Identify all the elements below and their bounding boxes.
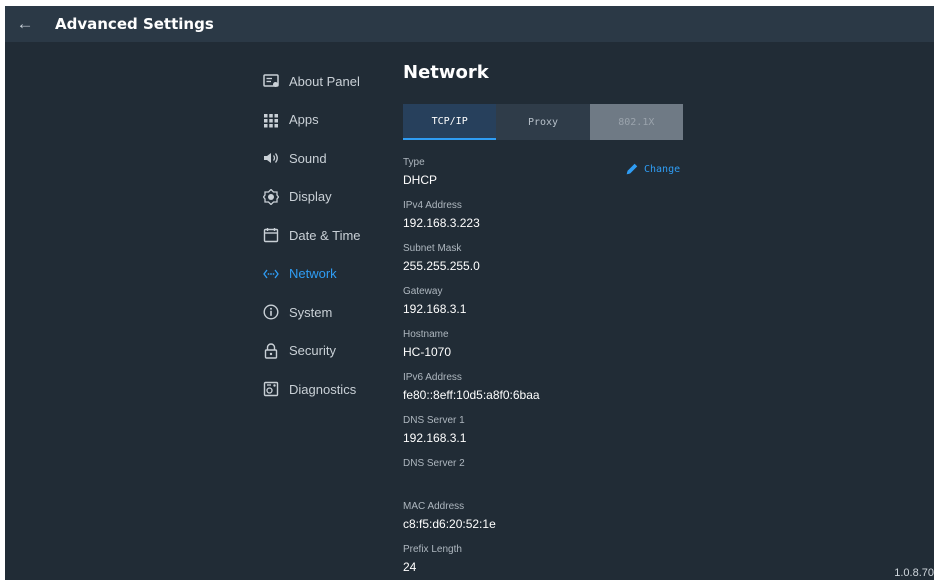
sidebar-item-apps[interactable]: Apps: [263, 101, 393, 140]
field-gateway: Gateway 192.168.3.1: [403, 285, 693, 328]
lock-icon: [263, 343, 287, 359]
change-button[interactable]: Change: [625, 162, 680, 176]
sidebar-item-system[interactable]: System: [263, 293, 393, 332]
top-app-bar: ← Advanced Settings: [5, 6, 934, 42]
field-label: Gateway: [403, 286, 443, 297]
network-icon: [263, 266, 287, 282]
tab-802-1x[interactable]: 802.1X: [589, 104, 683, 140]
pencil-icon: [626, 163, 638, 175]
field-dns-server-1: DNS Server 1 192.168.3.1: [403, 414, 693, 457]
field-value: HC-1070: [403, 345, 452, 359]
sidebar-item-display[interactable]: Display: [263, 178, 393, 217]
sidebar-item-label: Sound: [289, 150, 327, 166]
version-label: 1.0.8.70: [894, 567, 934, 579]
field-value: c8:f5:d6:20:52:1e: [403, 517, 496, 531]
sidebar-item-label: Apps: [289, 112, 319, 128]
sidebar-item-network[interactable]: Network: [263, 255, 393, 294]
about-panel-icon: [263, 73, 287, 89]
field-value: 192.168.3.1: [403, 431, 467, 445]
field-value: 192.168.3.1: [403, 302, 467, 316]
field-label: Prefix Length: [403, 544, 462, 555]
network-tabs: TCP/IP Proxy 802.1X: [403, 104, 683, 140]
sidebar-item-date-time[interactable]: Date & Time: [263, 216, 393, 255]
field-ipv4-address: IPv4 Address 192.168.3.223: [403, 199, 693, 242]
field-hostname: Hostname HC-1070: [403, 328, 693, 371]
field-label: Subnet Mask: [403, 243, 462, 254]
field-dns-server-2: DNS Server 2: [403, 457, 693, 500]
field-value: [403, 473, 693, 489]
field-value: 255.255.255.0: [403, 259, 480, 273]
field-value: 24: [403, 560, 417, 574]
field-label: IPv6 Address: [403, 372, 462, 383]
diagnostics-icon: [263, 381, 287, 397]
sidebar-item-label: Security: [289, 343, 336, 359]
sidebar-item-diagnostics[interactable]: Diagnostics: [263, 370, 393, 409]
sidebar-item-security[interactable]: Security: [263, 332, 393, 371]
sidebar-item-label: Network: [289, 266, 337, 282]
sidebar-item-label: About Panel: [289, 73, 360, 89]
sidebar-item-label: Date & Time: [289, 227, 361, 243]
calendar-icon: [263, 227, 287, 243]
field-subnet-mask: Subnet Mask 255.255.255.0: [403, 242, 693, 285]
back-button[interactable]: ←: [5, 6, 45, 42]
tab-proxy[interactable]: Proxy: [496, 104, 590, 140]
page-title: Advanced Settings: [55, 15, 214, 33]
sidebar-item-about-panel[interactable]: About Panel: [263, 62, 393, 101]
field-prefix-length: Prefix Length 24: [403, 543, 693, 580]
field-ipv6-address: IPv6 Address fe80::8eff:10d5:a8f0:6baa: [403, 371, 693, 414]
sidebar-item-label: System: [289, 304, 333, 320]
settings-sidebar: About Panel Apps Sound Display Date & Ti…: [263, 62, 393, 409]
section-title: Network: [403, 62, 489, 83]
field-label: MAC Address: [403, 501, 465, 512]
network-settings-panel: Network TCP/IP Proxy 802.1X Change Type …: [403, 62, 693, 580]
field-label: Hostname: [403, 329, 449, 340]
change-label: Change: [644, 163, 681, 175]
arrow-left-icon: ←: [16, 14, 34, 33]
speaker-icon: [263, 150, 287, 166]
network-fields: Type DHCP IPv4 Address 192.168.3.223 Sub…: [403, 156, 693, 580]
sidebar-item-sound[interactable]: Sound: [263, 139, 393, 178]
sidebar-item-label: Display: [289, 189, 332, 205]
sidebar-item-label: Diagnostics: [289, 381, 357, 397]
tab-tcp-ip[interactable]: TCP/IP: [403, 104, 497, 140]
field-label: DNS Server 1: [403, 415, 465, 426]
field-value: fe80::8eff:10d5:a8f0:6baa: [403, 388, 540, 402]
apps-grid-icon: [263, 112, 287, 128]
field-label: IPv4 Address: [403, 200, 462, 211]
field-mac-address: MAC Address c8:f5:d6:20:52:1e: [403, 500, 693, 543]
brightness-icon: [263, 188, 287, 205]
settings-screen: ← Advanced Settings About Panel Apps Sou…: [5, 6, 934, 580]
field-label: DNS Server 2: [403, 458, 465, 469]
info-icon: [263, 304, 287, 320]
field-value: 192.168.3.223: [403, 216, 480, 230]
